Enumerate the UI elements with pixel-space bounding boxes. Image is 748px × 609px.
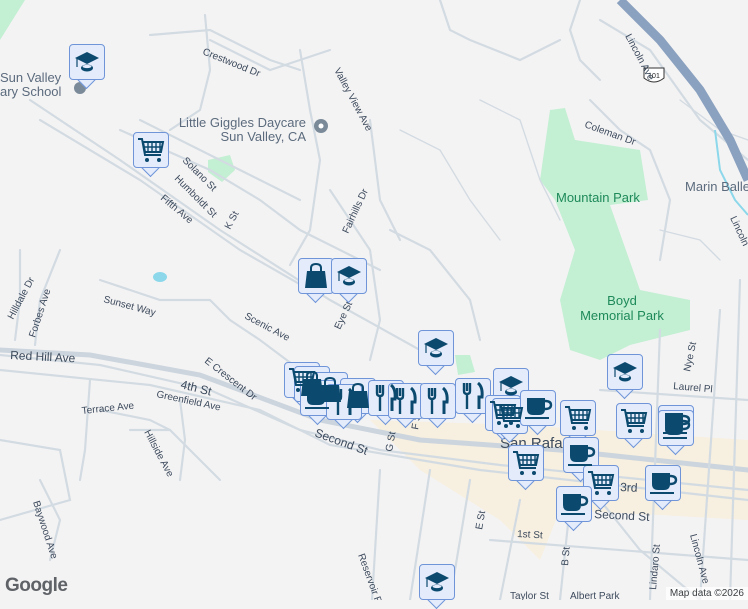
marker-box bbox=[658, 410, 694, 446]
street-label: Laurel Pl bbox=[673, 381, 713, 395]
pond bbox=[153, 272, 167, 282]
place-label-marin[interactable]: Marin Balle bbox=[685, 179, 748, 194]
school-icon bbox=[611, 359, 639, 385]
shopping-bag-icon bbox=[303, 262, 329, 290]
street-label: E St bbox=[474, 510, 488, 531]
street-label: Forbes Ave bbox=[27, 287, 53, 339]
school-icon bbox=[497, 373, 525, 399]
street-label: Lincoln bbox=[727, 215, 748, 248]
map-marker-cup[interactable] bbox=[556, 486, 592, 532]
marker-box bbox=[133, 132, 169, 168]
street-label: 1st St bbox=[517, 529, 543, 541]
marker-box bbox=[419, 564, 455, 600]
coffee-cup-icon bbox=[303, 385, 333, 411]
place-label-daycare[interactable]: Sun Valley, CA bbox=[220, 129, 306, 144]
park-label-boyd[interactable]: Memorial Park bbox=[580, 308, 664, 323]
street-label: Albert Park bbox=[570, 591, 620, 600]
marker-box bbox=[69, 44, 105, 80]
street-label: Valley View Ave bbox=[331, 66, 374, 133]
street-label: K St bbox=[223, 209, 242, 231]
park-area-sunvalley bbox=[0, 0, 25, 40]
street-label: G St bbox=[384, 431, 398, 453]
street-label: Taylor St bbox=[510, 591, 549, 600]
marker-box bbox=[560, 400, 596, 436]
map-marker-fork[interactable] bbox=[420, 383, 456, 429]
marker-box bbox=[520, 390, 556, 426]
shopping-cart-icon bbox=[136, 136, 166, 164]
street-label: Hilldale Dr bbox=[6, 275, 38, 321]
coffee-cup-icon bbox=[648, 470, 678, 496]
map-marker-cup[interactable] bbox=[520, 390, 556, 436]
coffee-cup-icon bbox=[566, 442, 596, 468]
map-marker-cup[interactable] bbox=[645, 465, 681, 511]
shopping-cart-icon bbox=[563, 404, 593, 432]
restaurant-icon bbox=[393, 386, 419, 416]
marker-box bbox=[418, 330, 454, 366]
map-marker-fork[interactable] bbox=[388, 383, 424, 429]
map-attribution[interactable]: Map data ©2026 bbox=[665, 587, 748, 600]
restaurant-icon bbox=[425, 386, 451, 416]
street-label: Second St bbox=[594, 507, 651, 524]
school-icon bbox=[422, 335, 450, 361]
street-label: B St bbox=[560, 546, 573, 566]
coffee-cup-icon bbox=[661, 415, 691, 441]
map-marker-school[interactable] bbox=[418, 330, 454, 376]
restaurant-icon bbox=[460, 381, 486, 411]
school-icon bbox=[335, 263, 363, 289]
street-label: 3rd bbox=[620, 480, 638, 495]
street-label: Hillside Ave bbox=[141, 428, 175, 479]
marker-box bbox=[298, 258, 334, 294]
map-marker-fork[interactable] bbox=[326, 384, 362, 430]
marker-box bbox=[563, 437, 599, 473]
marker-box bbox=[645, 465, 681, 501]
shopping-cart-icon bbox=[619, 407, 649, 435]
park-label-boyd[interactable]: Boyd bbox=[607, 293, 637, 308]
marker-box bbox=[331, 258, 367, 294]
shopping-cart-icon bbox=[586, 469, 616, 497]
map-canvas[interactable]: 101 Crestwood Dr Valley View Ave Solano … bbox=[0, 0, 748, 600]
school-icon bbox=[423, 569, 451, 595]
street-label: Scenic Ave bbox=[243, 311, 292, 344]
shopping-cart-icon bbox=[511, 449, 541, 477]
street-label: Sunset Way bbox=[102, 294, 157, 318]
park-small-2 bbox=[455, 355, 475, 375]
map-marker-school[interactable] bbox=[607, 354, 643, 400]
restaurant-icon bbox=[331, 387, 357, 417]
school-icon bbox=[73, 49, 101, 75]
marker-box bbox=[616, 403, 652, 439]
street-label: Lincoln Ave bbox=[622, 32, 656, 83]
marker-box bbox=[388, 383, 424, 419]
marker-box bbox=[508, 445, 544, 481]
marker-box bbox=[556, 486, 592, 522]
marker-box bbox=[326, 384, 362, 420]
street-label: Lindaro St bbox=[648, 544, 663, 591]
place-label-daycare[interactable]: Little Giggles Daycare bbox=[179, 115, 306, 130]
marker-box bbox=[455, 378, 491, 414]
google-logo[interactable]: Google bbox=[5, 575, 68, 597]
map-marker-bag[interactable] bbox=[298, 258, 334, 304]
place-pin-icon[interactable] bbox=[314, 119, 328, 133]
map-marker-cart[interactable] bbox=[508, 445, 544, 491]
marker-box bbox=[607, 354, 643, 390]
shopping-cart-icon bbox=[495, 402, 525, 430]
coffee-cup-icon bbox=[559, 491, 589, 517]
map-marker-school[interactable] bbox=[69, 44, 105, 90]
place-label-school[interactable]: ary School bbox=[0, 84, 62, 99]
map-marker-cart[interactable] bbox=[133, 132, 169, 178]
map-marker-cup[interactable] bbox=[658, 410, 694, 456]
place-label-school[interactable]: Sun Valley bbox=[0, 70, 62, 85]
map-marker-school[interactable] bbox=[331, 258, 367, 304]
park-label-mountain[interactable]: Mountain Park bbox=[556, 190, 640, 205]
street-label: Nye St bbox=[682, 341, 699, 373]
map-marker-cart[interactable] bbox=[616, 403, 652, 449]
marker-box bbox=[420, 383, 456, 419]
street-label: Red Hill Ave bbox=[10, 348, 76, 365]
street-label: Reservoir Rd bbox=[355, 552, 385, 600]
map-marker-school[interactable] bbox=[419, 564, 455, 609]
street-label: Lincoln Ave bbox=[687, 533, 711, 586]
coffee-cup-icon bbox=[523, 395, 553, 421]
